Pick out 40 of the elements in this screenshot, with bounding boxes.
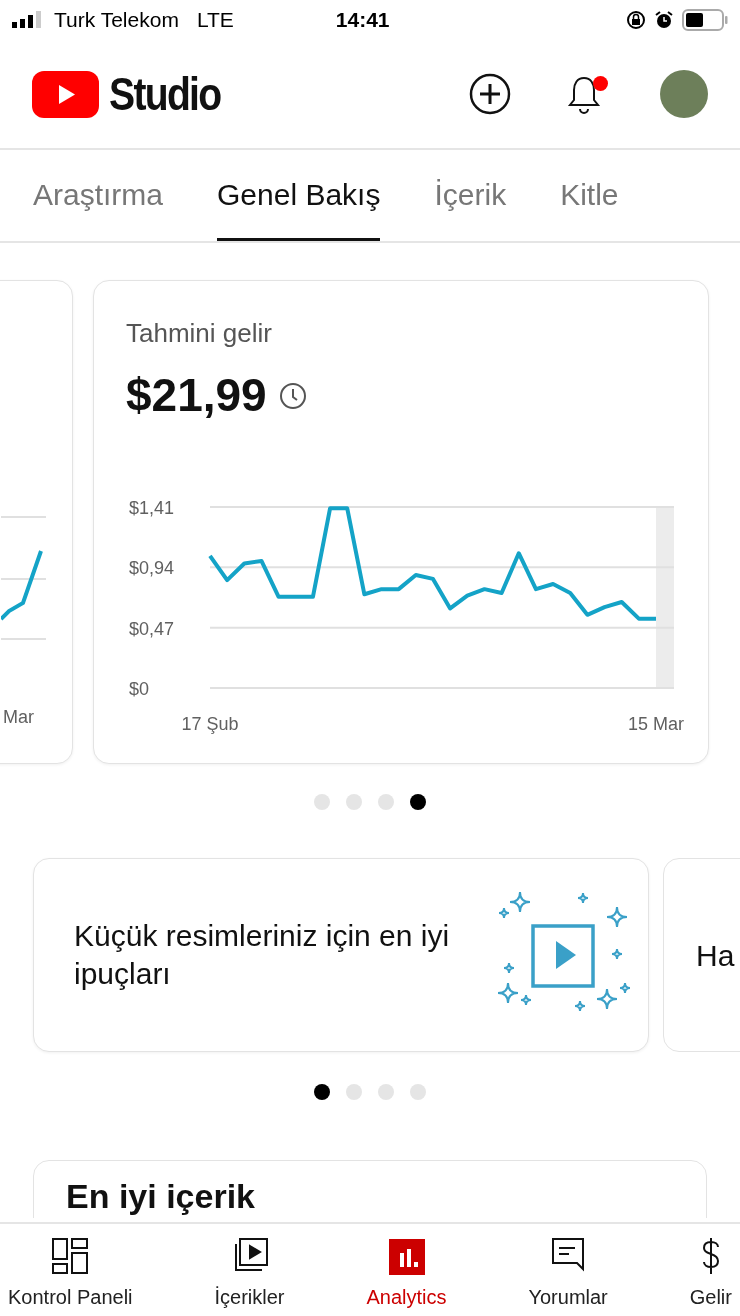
tab[interactable]: Genel Bakış xyxy=(217,150,381,241)
tab[interactable]: İçerik xyxy=(434,150,507,241)
alarm-icon xyxy=(654,10,674,30)
nav-item[interactable]: Gelir xyxy=(689,1224,732,1316)
dashboard-icon xyxy=(50,1236,91,1276)
create-button[interactable] xyxy=(468,72,512,116)
tab[interactable]: Kitle xyxy=(560,150,619,241)
tips-text: Ha xyxy=(696,937,735,974)
nav-item[interactable]: Yorumlar xyxy=(528,1224,608,1316)
nav-item[interactable]: İçerikler xyxy=(214,1224,285,1316)
card-title: En iyi içerik xyxy=(66,1177,255,1215)
x-axis-label: Mar xyxy=(3,706,34,729)
card-title: Tahmini gelir xyxy=(126,317,273,350)
top-content-card[interactable]: En iyi içerik xyxy=(33,1160,707,1218)
x-axis-label: 15 Mar xyxy=(628,714,684,734)
x-axis-label: 17 Şub xyxy=(181,714,239,734)
y-axis-label: $0,94 xyxy=(129,558,175,579)
analytics-icon xyxy=(386,1236,427,1276)
network-type: LTE xyxy=(196,7,234,34)
nav-item[interactable]: Analytics xyxy=(366,1224,447,1316)
nav-item[interactable]: Kontrol Paneli xyxy=(8,1224,133,1316)
y-axis-label: $0,47 xyxy=(129,618,175,639)
tips-card[interactable]: Ha xyxy=(663,858,740,1052)
tips-text: Küçük resimleriniz için en iyi ipuçları xyxy=(74,918,451,992)
rotation-lock-icon xyxy=(626,10,646,30)
y-axis-label: $1,41 xyxy=(129,498,175,518)
avatar[interactable] xyxy=(660,70,708,118)
tips-card[interactable]: Küçük resimleriniz için en iyi ipuçları xyxy=(33,858,649,1052)
revenue-card[interactable]: Tahmini gelir $21,99 $0 $0,47 $0,94 $1,41 17 Şub 15 Mar xyxy=(93,280,709,764)
battery-icon xyxy=(682,9,728,31)
signal-icon xyxy=(12,11,44,29)
y-axis-label: $0 xyxy=(129,679,150,699)
clock-icon xyxy=(278,381,307,410)
tab[interactable]: Araştırma xyxy=(33,150,164,241)
play-logo-icon xyxy=(32,70,99,118)
carrier-name: Turk Telekom xyxy=(54,7,179,34)
app-title: Studio xyxy=(109,66,221,122)
revenue-value: $21,99 xyxy=(126,368,267,423)
status-time: 14:41 xyxy=(335,7,390,34)
plus-circle-icon xyxy=(468,72,512,116)
